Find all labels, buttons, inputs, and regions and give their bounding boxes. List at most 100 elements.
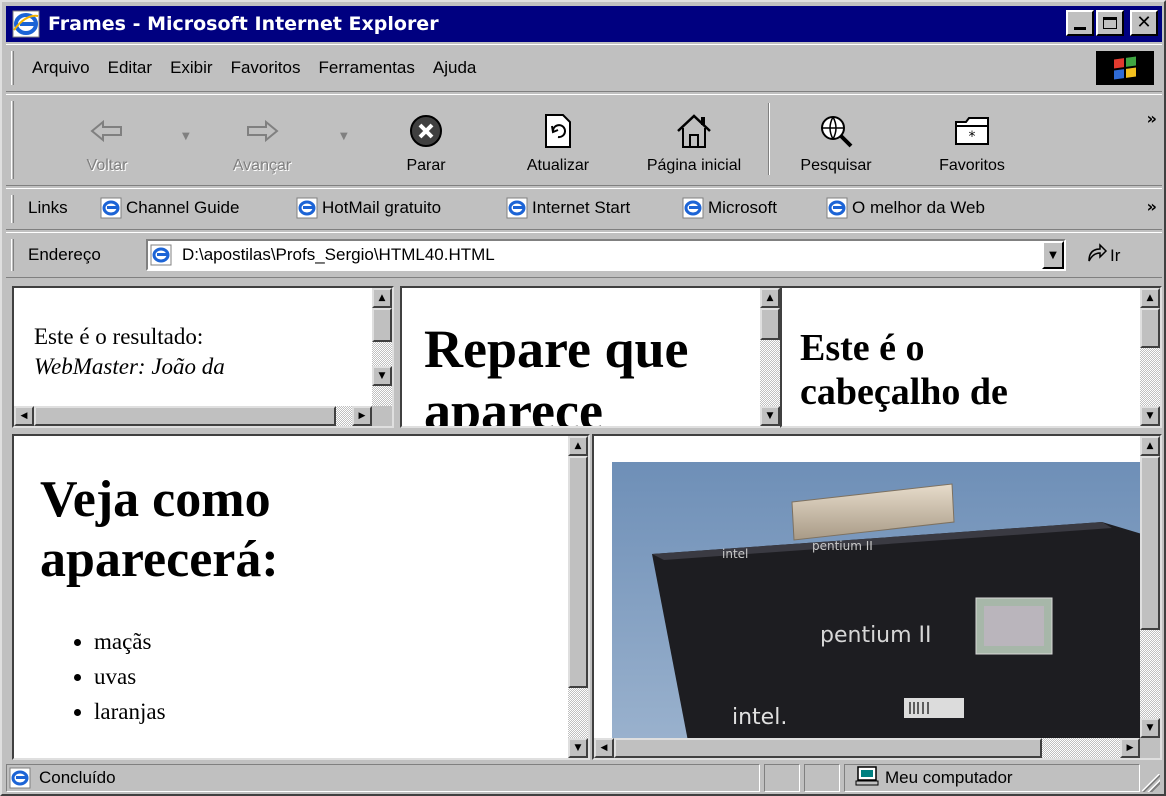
scroll-up-button[interactable]: ▲ <box>1140 288 1160 308</box>
vertical-scrollbar[interactable]: ▲ ▼ <box>568 436 588 758</box>
scroll-left-button[interactable]: ◀ <box>14 406 34 426</box>
vertical-scrollbar[interactable]: ▲ ▼ <box>372 288 392 406</box>
scroll-down-button[interactable]: ▼ <box>1140 718 1160 738</box>
frameset: Este é o resultado: WebMaster: João da ▲… <box>8 282 1162 760</box>
favorites-button[interactable]: * Favoritos <box>922 99 1022 183</box>
scroll-right-button[interactable]: ▶ <box>352 406 372 426</box>
forward-button[interactable]: Avançar <box>222 99 302 183</box>
chip-brand-top: intel <box>722 547 748 561</box>
maximize-icon <box>1103 17 1117 29</box>
scroll-thumb[interactable] <box>614 738 1042 758</box>
favorites-label: Favoritos <box>939 157 1005 174</box>
address-dropdown-button[interactable]: ▼ <box>1042 241 1064 269</box>
link-internet-start[interactable]: Internet Start <box>506 197 630 219</box>
toolbar-grip[interactable] <box>11 101 14 179</box>
link-label: Channel Guide <box>126 198 240 217</box>
refresh-button[interactable]: Atualizar <box>508 99 608 183</box>
back-button[interactable]: Voltar <box>72 99 142 183</box>
link-label: Internet Start <box>532 198 631 217</box>
stop-button[interactable]: Parar <box>396 99 456 183</box>
toolbar-separator <box>768 103 770 175</box>
veja-heading-line1: Veja como <box>40 471 271 528</box>
title-bar[interactable]: Frames - Microsoft Internet Explorer ✕ <box>6 6 1162 42</box>
horizontal-scrollbar[interactable]: ◀ ▶ <box>14 406 372 426</box>
scroll-down-button[interactable]: ▼ <box>372 366 392 386</box>
links-more-chevron[interactable]: » <box>1147 197 1157 216</box>
ie-logo-icon <box>12 10 40 38</box>
links-label[interactable]: Links <box>28 198 68 218</box>
minimize-icon <box>1074 26 1086 30</box>
scroll-up-button[interactable]: ▲ <box>372 288 392 308</box>
status-panel-progress <box>764 764 800 792</box>
address-bar-grip[interactable] <box>11 239 14 271</box>
back-label: Voltar <box>86 157 128 174</box>
repare-heading-line1: Repare que <box>424 319 689 379</box>
menu-bar-grip[interactable] <box>11 51 14 85</box>
address-input[interactable]: D:\apostilas\Profs_Sergio\HTML40.HTML ▼ <box>146 239 1066 271</box>
scroll-thumb[interactable] <box>1140 308 1160 348</box>
menu-ferramentas[interactable]: Ferramentas <box>319 58 415 78</box>
scroll-thumb[interactable] <box>568 456 588 688</box>
maximize-button[interactable] <box>1096 10 1124 36</box>
chip-brand-main: intel. <box>732 705 787 730</box>
ie-page-icon <box>826 197 848 219</box>
vertical-scrollbar[interactable]: ▲ ▼ <box>1140 288 1160 426</box>
forward-label: Avançar <box>232 157 292 174</box>
scroll-down-button[interactable]: ▼ <box>760 406 780 426</box>
scroll-up-button[interactable]: ▲ <box>1140 436 1160 456</box>
status-zone-panel: Meu computador <box>844 764 1140 792</box>
back-dropdown-icon[interactable]: ▼ <box>182 131 190 142</box>
scroll-down-button[interactable]: ▼ <box>1140 406 1160 426</box>
frame-bottom-right[interactable]: intel pentium II pentium II intel. ▲ ▼ ◀ <box>592 434 1162 760</box>
scroll-thumb[interactable] <box>34 406 336 426</box>
search-globe-icon <box>816 111 856 151</box>
links-bar-grip[interactable] <box>11 195 14 223</box>
status-bar: Concluído Meu computador <box>6 762 1162 794</box>
repare-heading-line2: aparece <box>424 381 603 428</box>
scroll-thumb[interactable] <box>760 308 780 340</box>
frame-top-left[interactable]: Este é o resultado: WebMaster: João da ▲… <box>12 286 394 428</box>
menu-editar[interactable]: Editar <box>108 58 152 78</box>
frame-top-right[interactable]: Este é o cabeçalho de ▲ ▼ <box>780 286 1162 428</box>
frame-top-middle[interactable]: Repare que aparece ▲ ▼ <box>400 286 782 428</box>
frame-bottom-left[interactable]: Veja como aparecerá: maçãs uvas laranjas… <box>12 434 590 760</box>
stop-label: Parar <box>406 157 446 174</box>
menu-favoritos[interactable]: Favoritos <box>231 58 301 78</box>
scroll-corner <box>372 406 392 426</box>
search-button[interactable]: Pesquisar <box>786 99 886 183</box>
link-o-melhor-da-web[interactable]: O melhor da Web <box>826 197 985 219</box>
svg-text:*: * <box>969 129 976 145</box>
list-item: uvas <box>94 659 560 694</box>
link-hotmail-gratuito[interactable]: HotMail gratuito <box>296 197 441 219</box>
my-computer-icon <box>855 765 879 791</box>
home-button[interactable]: Página inicial <box>624 99 764 183</box>
scroll-corner <box>1140 738 1160 758</box>
menu-ajuda[interactable]: Ajuda <box>433 58 476 78</box>
scroll-down-button[interactable]: ▼ <box>568 738 588 758</box>
scroll-thumb[interactable] <box>1140 456 1160 630</box>
vertical-scrollbar[interactable]: ▲ ▼ <box>1140 436 1160 738</box>
favorites-folder-icon: * <box>952 111 992 151</box>
refresh-label: Atualizar <box>526 157 590 174</box>
menu-exibir[interactable]: Exibir <box>170 58 213 78</box>
forward-dropdown-icon[interactable]: ▼ <box>340 131 348 142</box>
scroll-left-button[interactable]: ◀ <box>594 738 614 758</box>
close-button[interactable]: ✕ <box>1130 10 1158 36</box>
go-button[interactable]: Ir <box>1086 243 1120 268</box>
scroll-right-button[interactable]: ▶ <box>1120 738 1140 758</box>
scroll-up-button[interactable]: ▲ <box>568 436 588 456</box>
horizontal-scrollbar[interactable]: ◀ ▶ <box>594 738 1140 758</box>
link-label: Microsoft <box>708 198 777 217</box>
ie-page-icon <box>682 197 704 219</box>
link-channel-guide[interactable]: Channel Guide <box>100 197 239 219</box>
minimize-button[interactable] <box>1066 10 1094 36</box>
link-microsoft[interactable]: Microsoft <box>682 197 777 219</box>
vertical-scrollbar[interactable]: ▲ ▼ <box>760 288 780 426</box>
resize-grip[interactable] <box>1142 774 1160 792</box>
menu-arquivo[interactable]: Arquivo <box>32 58 90 78</box>
toolbar-more-chevron[interactable]: » <box>1147 109 1157 128</box>
cabecalho-heading-line2: cabeçalho de <box>800 371 1008 413</box>
scroll-up-button[interactable]: ▲ <box>760 288 780 308</box>
scroll-thumb[interactable] <box>372 308 392 342</box>
browser-window: Frames - Microsoft Internet Explorer ✕ A… <box>0 0 1166 796</box>
